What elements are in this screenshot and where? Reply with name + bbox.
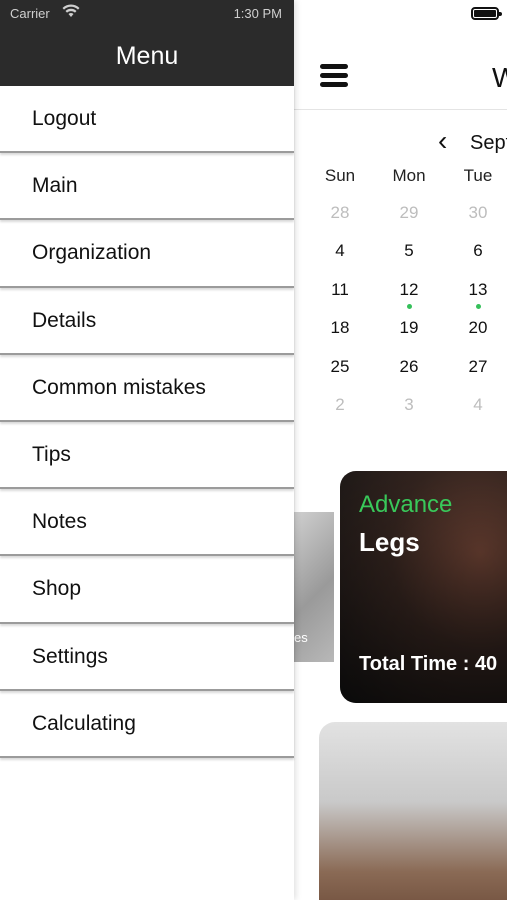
menu-item-shop[interactable]: Shop (0, 556, 294, 624)
menu-item-label: Calculating (32, 711, 136, 735)
menu-item-details[interactable]: Details (0, 288, 294, 355)
calendar-day[interactable]: 19 (379, 318, 439, 338)
calendar-day[interactable]: 12 (379, 280, 439, 300)
menu-item-main[interactable]: Main (0, 153, 294, 221)
menu-item-organization[interactable]: Organization (0, 220, 294, 288)
hamburger-menu-icon[interactable] (320, 64, 348, 90)
workout-card-partial[interactable]: es (294, 512, 334, 662)
menu-list: Logout Main Organization Details Common … (0, 86, 294, 758)
calendar-day[interactable]: 2 (310, 395, 370, 415)
chevron-left-icon[interactable]: ‹ (438, 126, 447, 156)
calendar-day[interactable]: 5 (379, 241, 439, 261)
calendar-day[interactable]: 13 (448, 280, 507, 300)
menu-item-label: Organization (32, 241, 152, 265)
workout-card-partial-label: es (294, 630, 308, 645)
menu-item-logout[interactable]: Logout (0, 86, 294, 154)
calendar-day[interactable]: 4 (310, 241, 370, 261)
event-dot (407, 304, 412, 309)
weekday-label: Sun (324, 166, 356, 185)
menu-item-label: Tips (32, 442, 71, 466)
page-title: W (492, 62, 507, 93)
calendar-day[interactable]: 27 (448, 357, 507, 377)
menu-header: Carrier 1:30 PM Menu (0, 0, 294, 86)
menu-item-label: Notes (32, 510, 87, 534)
side-menu-drawer: Carrier 1:30 PM Menu Logout Main Organiz… (0, 0, 294, 900)
calendar-day[interactable]: 3 (379, 395, 439, 415)
menu-item-label: Main (32, 174, 78, 198)
workout-level-label: Advance (359, 491, 453, 518)
weekday-label: Tue (463, 166, 493, 185)
main-screen: W ‹ Sept Sun Mon Tue 28 29 30 4 5 6 11 1… (294, 0, 507, 900)
workout-card-image[interactable] (319, 722, 507, 900)
workout-total-time: Total Time : 40 (359, 653, 498, 675)
menu-item-label: Settings (32, 644, 108, 668)
menu-item-label: Logout (32, 107, 97, 130)
calendar-day[interactable]: 18 (310, 318, 370, 338)
calendar-day[interactable]: 30 (448, 203, 507, 223)
menu-item-common-mistakes[interactable]: Common mistakes (0, 355, 294, 422)
calendar-day[interactable]: 11 (310, 280, 370, 300)
menu-item-label: Details (32, 308, 97, 332)
menu-item-label: Common mistakes (32, 375, 206, 399)
calendar-day[interactable]: 29 (379, 203, 439, 223)
menu-item-notes[interactable]: Notes (0, 489, 294, 557)
menu-item-calculating[interactable]: Calculating (0, 691, 294, 758)
calendar-header: ‹ Sept (294, 126, 507, 160)
calendar-day[interactable]: 4 (448, 395, 507, 415)
status-time: 1:30 PM (233, 6, 282, 21)
menu-title: Menu (115, 42, 179, 70)
workout-card[interactable]: Advance Legs Total Time : 40 (340, 471, 507, 703)
workout-name: Legs (359, 527, 420, 557)
app-screen: W ‹ Sept Sun Mon Tue 28 29 30 4 5 6 11 1… (0, 0, 507, 900)
calendar-month-label: Sept (470, 132, 507, 154)
calendar-day[interactable]: 25 (310, 357, 370, 377)
battery-icon (471, 7, 502, 20)
menu-item-label: Shop (32, 577, 82, 601)
calendar-day[interactable]: 26 (379, 357, 439, 377)
calendar-day[interactable]: 20 (448, 318, 507, 338)
calendar-day[interactable]: 6 (448, 241, 507, 261)
menu-item-settings[interactable]: Settings (0, 624, 294, 691)
menu-item-tips[interactable]: Tips (0, 422, 294, 490)
calendar-day[interactable]: 28 (310, 203, 370, 223)
event-dot (476, 304, 481, 309)
weekday-label: Mon (392, 166, 426, 185)
navigation-bar: W (294, 28, 507, 110)
